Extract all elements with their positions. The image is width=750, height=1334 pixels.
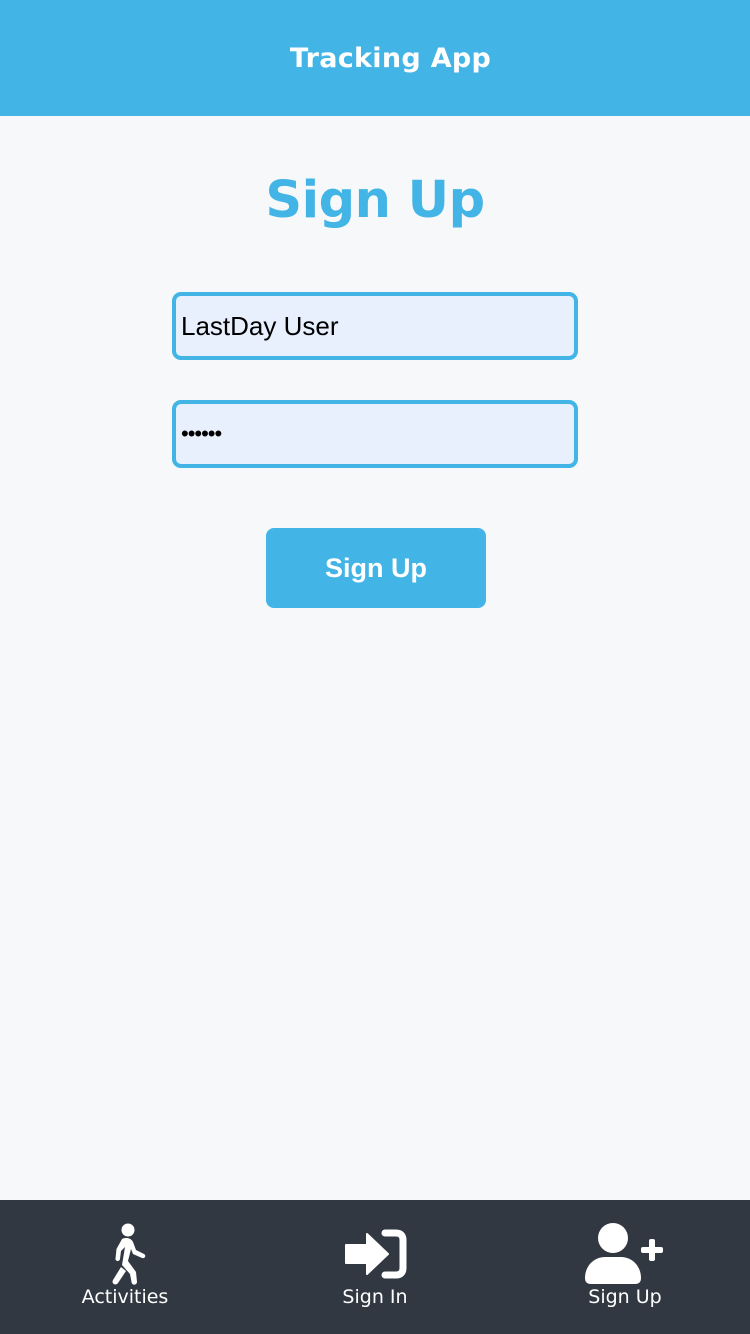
tab-sign-in-label: Sign In (342, 1286, 408, 1308)
app-header: Tracking App (0, 0, 750, 116)
tab-activities-label: Activities (81, 1286, 169, 1308)
tab-sign-up-label: Sign Up (588, 1286, 662, 1308)
password-field[interactable] (172, 400, 578, 468)
app-title: Tracking App (289, 42, 492, 74)
tab-sign-in[interactable]: Sign In (250, 1200, 500, 1334)
sign-in-icon (250, 1222, 500, 1286)
page-title: Sign Up (265, 171, 485, 230)
sign-up-button[interactable]: Sign Up (266, 528, 486, 608)
app-screen: Tracking App Sign Up Sign Up Activities (0, 0, 750, 1334)
username-field[interactable] (172, 292, 578, 360)
walking-person-icon (0, 1222, 250, 1286)
tab-sign-up[interactable]: Sign Up (500, 1200, 750, 1334)
bottom-tab-bar: Activities Sign In Sign Up (0, 1200, 750, 1334)
user-plus-icon (500, 1222, 750, 1286)
tab-activities[interactable]: Activities (0, 1200, 250, 1334)
